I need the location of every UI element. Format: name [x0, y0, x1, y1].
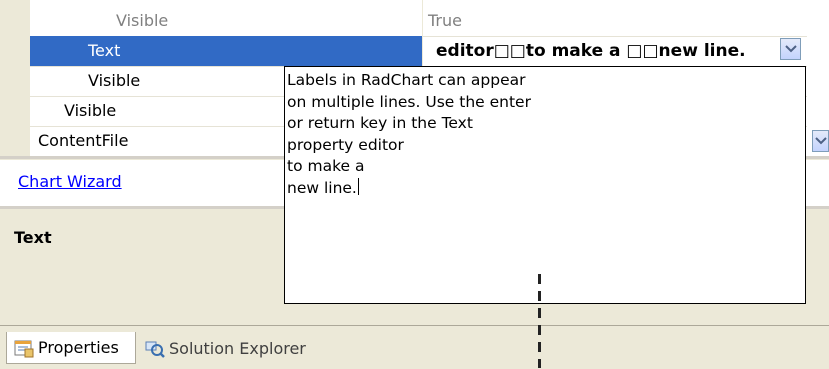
dashed-guide-line — [538, 274, 541, 368]
property-value: True — [428, 11, 462, 30]
property-value[interactable]: editor□□to make a □□new line. — [436, 36, 746, 66]
editor-line: Labels in RadChart can appear — [287, 71, 526, 89]
editor-line: property editor — [287, 135, 404, 154]
contentfile-dropdown-button[interactable] — [812, 130, 829, 152]
editor-line-text: new line. — [287, 178, 357, 197]
tab-solution-explorer[interactable]: Solution Explorer — [138, 332, 338, 364]
properties-icon — [14, 340, 34, 357]
property-row-text[interactable]: Text editor□□to make a □□new line. — [30, 36, 807, 67]
property-name: Visible — [116, 11, 169, 30]
tab-label: Properties — [38, 338, 119, 357]
grid-left-margin — [0, 0, 30, 156]
description-title: Text — [14, 228, 52, 247]
property-row-visible-1[interactable]: Visible True — [30, 6, 807, 37]
text-caret — [357, 177, 359, 195]
editor-line: or return key in the Text — [287, 114, 473, 132]
text-dropdown-button[interactable] — [780, 38, 801, 60]
chart-wizard-link[interactable]: Chart Wizard — [18, 172, 122, 191]
tab-properties[interactable]: Properties — [6, 332, 136, 364]
editor-line: on multiple lines. Use the enter — [287, 92, 531, 111]
solution-explorer-icon — [145, 341, 165, 358]
chevron-down-icon — [814, 137, 827, 145]
editor-line-last: new line. — [287, 177, 805, 200]
editor-line: to make a — [287, 157, 365, 175]
property-name: Text — [88, 41, 121, 60]
tab-label: Solution Explorer — [169, 338, 306, 358]
property-name: Visible — [88, 71, 141, 90]
property-name: Visible — [64, 101, 117, 120]
multiline-text-editor[interactable]: Labels in RadChart can appear on multipl… — [284, 66, 806, 304]
tool-window-tabs: Properties Solution Explorer — [0, 325, 829, 369]
chevron-down-icon — [784, 45, 797, 53]
property-name: ContentFile — [38, 131, 129, 150]
